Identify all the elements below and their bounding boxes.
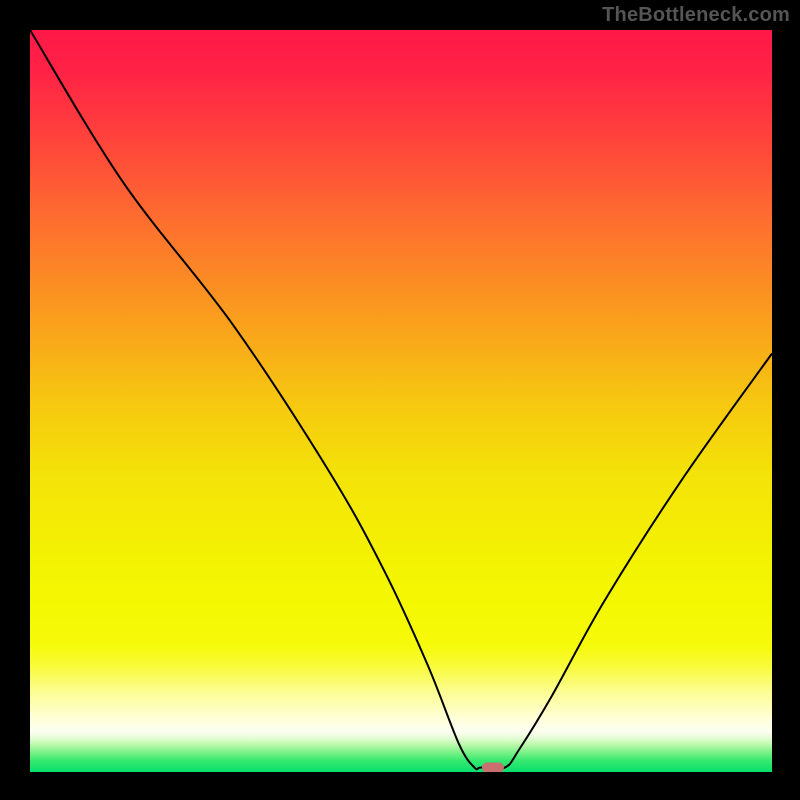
watermark-text: TheBottleneck.com <box>602 4 790 27</box>
gradient-background <box>30 30 772 772</box>
plot-svg <box>30 30 772 772</box>
plot-area <box>30 30 772 772</box>
chart-frame: TheBottleneck.com <box>0 0 800 800</box>
selected-point-marker <box>482 763 504 772</box>
